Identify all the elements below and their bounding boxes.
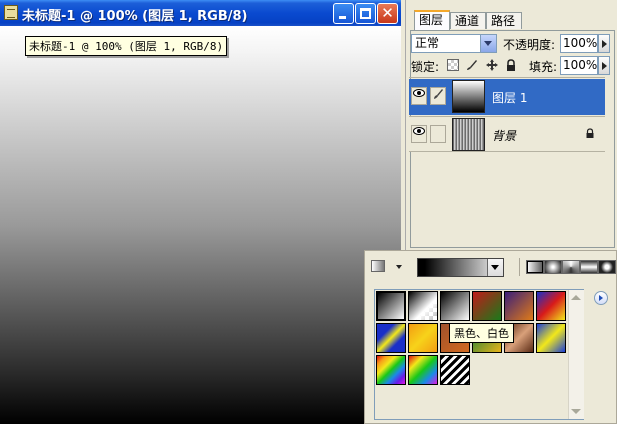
layer-brush-icon[interactable] [430, 87, 446, 105]
gradient-swatch-blue-red-yellow[interactable] [536, 291, 566, 321]
visibility-eye-icon[interactable] [411, 87, 427, 105]
gradient-swatch-orange-yellow[interactable] [408, 323, 438, 353]
document-window: 未标题-1 @ 100% (图层 1, RGB/8) ✕ 未标题-1 @ 100… [0, 0, 401, 424]
divider [519, 258, 520, 276]
fill-slider-button[interactable] [598, 56, 610, 75]
picker-menu-button[interactable] [594, 291, 608, 305]
grid-scrollbar[interactable] [568, 290, 584, 419]
minimize-icon [339, 16, 346, 19]
gradient-swatch-tooltip: 黑色、白色 [449, 323, 514, 343]
lock-label: 锁定: [411, 60, 440, 74]
padlock-icon [585, 128, 595, 138]
tab-channels[interactable]: 通道 [450, 12, 486, 29]
divider [409, 77, 605, 78]
document-title: 未标题-1 @ 100% (图层 1, RGB/8) [22, 9, 248, 24]
gradient-swatch-violet-orange[interactable] [504, 291, 534, 321]
minimize-button[interactable] [333, 3, 354, 24]
radial-gradient-button[interactable] [544, 260, 562, 274]
opacity-slider-button[interactable] [598, 34, 610, 53]
gradient-swatch-black-white-2[interactable] [440, 291, 470, 321]
opacity-input[interactable]: 100% [560, 34, 598, 53]
layer-thumbnail [452, 80, 485, 113]
panel-tabs: 通道 路径 图层 [406, 10, 617, 30]
lock-transparency-icon[interactable] [447, 59, 459, 71]
layer-row-background[interactable]: 背景 [409, 116, 605, 152]
close-button[interactable]: ✕ [377, 3, 398, 24]
linear-gradient-button[interactable] [526, 260, 544, 274]
lock-all-padlock-icon[interactable] [505, 59, 517, 71]
visibility-eye-icon[interactable] [411, 125, 427, 143]
gradient-swatch-stripes[interactable] [440, 355, 470, 385]
scroll-up-arrow-icon[interactable] [571, 295, 581, 300]
scroll-down-arrow-icon[interactable] [571, 409, 581, 414]
blend-mode-select[interactable]: 正常 [411, 34, 497, 53]
document-canvas[interactable] [0, 26, 401, 424]
gradient-swatch-blue-yellow-blue[interactable] [376, 323, 406, 353]
gradient-swatch-yellow-blue[interactable] [536, 323, 566, 353]
gradient-swatch-foreground-transparent[interactable] [408, 291, 438, 321]
tab-layers[interactable]: 图层 [414, 10, 450, 30]
reflected-gradient-button[interactable] [580, 260, 598, 274]
gradient-options-panel: 黑色、白色 [364, 250, 617, 424]
lock-position-move-icon[interactable] [486, 59, 498, 71]
layer-name: 图层 1 [492, 91, 528, 105]
gradient-tool-icon[interactable] [371, 260, 385, 272]
gradient-swatch-transparent-rainbow[interactable] [408, 355, 438, 385]
gradient-picker-grid: 黑色、白色 [374, 289, 584, 420]
layer-name: 背景 [492, 129, 517, 143]
opacity-label: 不透明度: [503, 38, 556, 52]
layer-link-slot[interactable] [430, 125, 446, 143]
fill-input[interactable]: 100% [560, 56, 598, 75]
gradient-swatch-red-green[interactable] [472, 291, 502, 321]
blend-mode-value: 正常 [415, 36, 440, 50]
layer-row-layer1[interactable]: 图层 1 [409, 79, 605, 115]
document-titlebar[interactable]: 未标题-1 @ 100% (图层 1, RGB/8) ✕ [0, 0, 401, 26]
gradient-swatch-black-white[interactable] [376, 291, 406, 321]
document-title-tooltip: 未标题-1 @ 100% (图层 1, RGB/8) [25, 36, 228, 56]
maximize-button[interactable] [355, 3, 376, 24]
diamond-gradient-button[interactable] [598, 260, 616, 274]
angle-gradient-button[interactable] [562, 260, 580, 274]
lock-image-brush-icon[interactable] [466, 59, 478, 71]
tab-paths[interactable]: 路径 [486, 12, 522, 29]
close-icon: ✕ [381, 4, 394, 22]
chevron-down-icon [480, 35, 496, 52]
document-icon[interactable] [4, 5, 18, 20]
chevron-down-icon[interactable] [396, 265, 402, 269]
chevron-down-icon [487, 259, 503, 276]
layer-thumbnail [452, 118, 485, 151]
maximize-icon [360, 8, 371, 19]
gradient-toolbar [365, 251, 617, 281]
fill-label: 填充: [529, 60, 558, 74]
gradient-preview-select[interactable] [417, 258, 504, 277]
gradient-swatch-spectrum[interactable] [376, 355, 406, 385]
